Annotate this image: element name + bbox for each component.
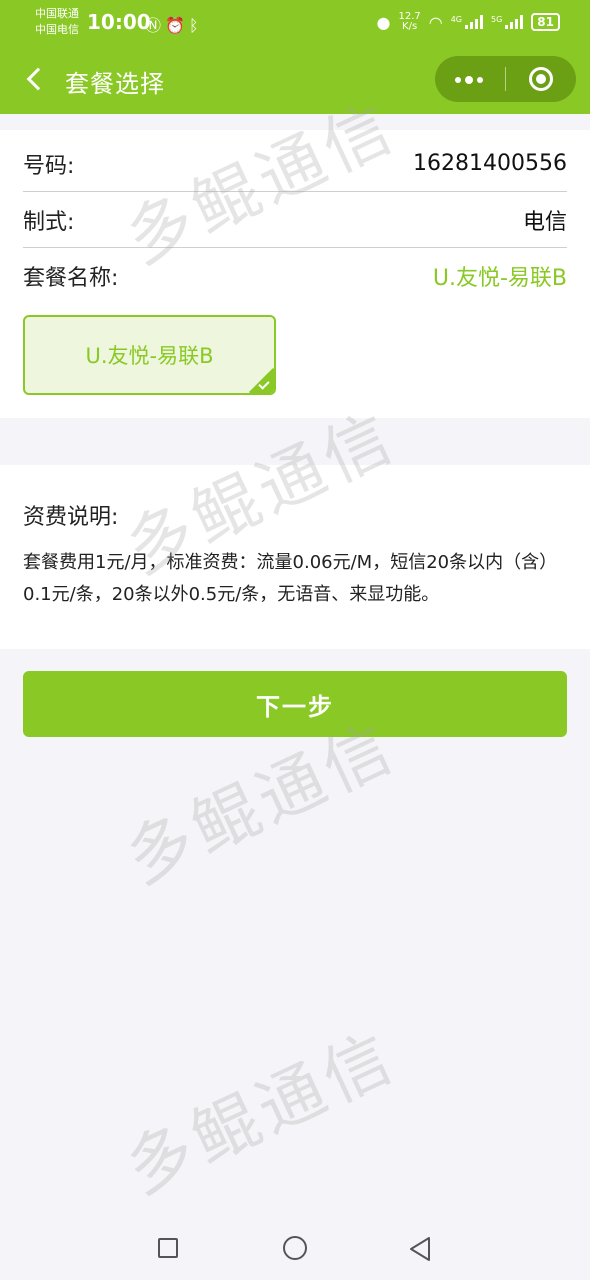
wifi-icon: ◠ bbox=[428, 12, 443, 32]
miniprogram-capsule bbox=[435, 56, 576, 102]
plan-name-row: 套餐名称: U.友悦-易联B bbox=[23, 248, 567, 304]
bluetooth-icon: ᛒ bbox=[188, 16, 203, 35]
network-type-label: 制式: bbox=[23, 209, 75, 235]
watermark: 多鲲通信 bbox=[114, 1017, 409, 1209]
recent-apps-icon[interactable] bbox=[158, 1238, 178, 1258]
plan-option-selected[interactable]: U.友悦-易联B bbox=[23, 315, 276, 395]
number-row: 号码: 16281400556 bbox=[23, 136, 567, 192]
carrier-2: 中国电信 bbox=[35, 23, 79, 36]
nav-header: 套餐选择 bbox=[0, 44, 590, 114]
status-icons-right: ● 12.7 K/s ◠ 4G 5G 81 bbox=[376, 8, 560, 36]
location-icon: ● bbox=[376, 12, 391, 32]
plan-name-value: U.友悦-易联B bbox=[432, 266, 567, 291]
plan-name-label: 套餐名称: bbox=[23, 266, 119, 291]
number-value: 16281400556 bbox=[413, 151, 567, 176]
signal-2-icon: 5G bbox=[491, 15, 524, 29]
number-label: 号码: bbox=[23, 153, 75, 179]
more-dots-icon bbox=[455, 76, 483, 84]
fee-card: 资费说明: 套餐费用1元/月，标准资费：流量0.06元/M，短信20条以内（含）… bbox=[0, 465, 590, 649]
clock: 10:00 bbox=[87, 10, 151, 34]
carrier-1: 中国联通 bbox=[35, 7, 79, 20]
system-nav-bar bbox=[0, 1218, 590, 1280]
next-step-button[interactable]: 下一步 bbox=[23, 671, 567, 737]
target-icon bbox=[529, 67, 553, 91]
network-speed: 12.7 K/s bbox=[398, 11, 421, 32]
status-bar: 中国联通 中国电信 10:00 Ⓝ⏰ᛒ ● 12.7 K/s ◠ 4G 5G 8… bbox=[0, 0, 590, 44]
carrier-info: 中国联通 中国电信 bbox=[35, 6, 79, 38]
signal-1-icon: 4G bbox=[451, 15, 483, 29]
battery-icon: 81 bbox=[531, 13, 560, 31]
fee-title: 资费说明: bbox=[23, 505, 119, 530]
back-icon[interactable] bbox=[20, 62, 50, 96]
more-button[interactable] bbox=[435, 56, 505, 102]
alarm-icon: ⏰ bbox=[165, 16, 189, 35]
home-icon[interactable] bbox=[283, 1236, 307, 1260]
page-title: 套餐选择 bbox=[65, 70, 165, 98]
status-icons-left: Ⓝ⏰ᛒ bbox=[145, 12, 203, 36]
nav-back-icon[interactable] bbox=[408, 1236, 432, 1262]
fee-description: 套餐费用1元/月，标准资费：流量0.06元/M，短信20条以内（含）0.1元/条… bbox=[23, 552, 558, 605]
network-type-value: 电信 bbox=[522, 209, 567, 235]
nfc-icon: Ⓝ bbox=[145, 16, 166, 35]
plan-info-card: 号码: 16281400556 制式: 电信 套餐名称: U.友悦-易联B U.… bbox=[0, 130, 590, 418]
close-miniprogram-button[interactable] bbox=[506, 56, 576, 102]
plan-option-label: U.友悦-易联B bbox=[85, 344, 214, 368]
network-type-row: 制式: 电信 bbox=[23, 192, 567, 248]
section-divider bbox=[0, 440, 590, 464]
app-top-bar: 中国联通 中国电信 10:00 Ⓝ⏰ᛒ ● 12.7 K/s ◠ 4G 5G 8… bbox=[0, 0, 590, 114]
